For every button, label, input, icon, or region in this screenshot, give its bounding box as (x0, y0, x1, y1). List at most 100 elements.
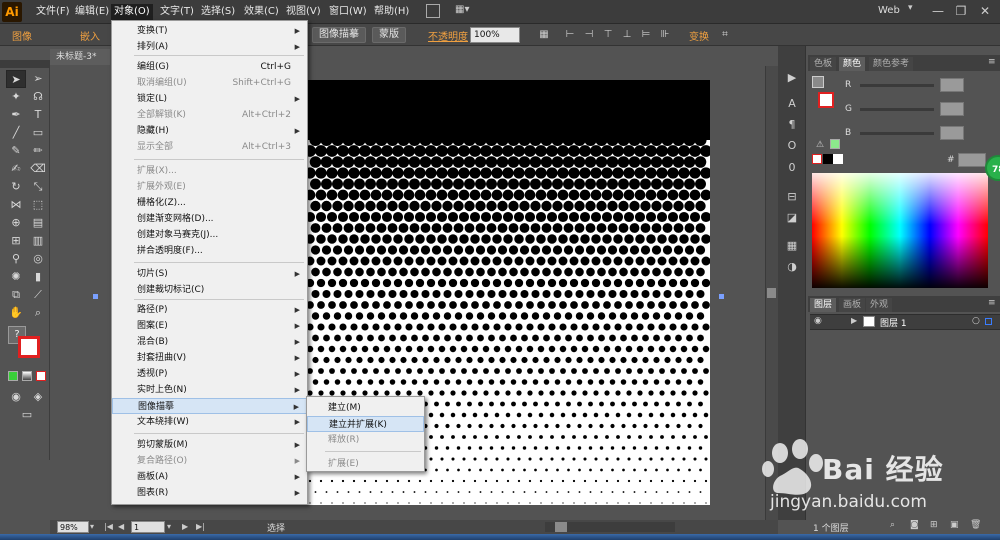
layer-selection-indicator[interactable] (985, 318, 992, 325)
artboard-dropdown-icon[interactable]: ▾ (167, 522, 171, 531)
align-middle-icon[interactable]: ⊨ (639, 28, 653, 42)
glyphs-panel-icon[interactable]: 0 (783, 160, 801, 176)
mask-button[interactable]: 蒙版 (372, 27, 406, 43)
symbol-sprayer-tool-icon[interactable]: ✺ (6, 268, 26, 286)
arrange-documents-icon[interactable]: ▦▾ (455, 4, 477, 18)
object-menu-item[interactable]: 透视(P) ▶ (112, 366, 307, 382)
image-trace-submenu-item[interactable]: 建立并扩展(K) (307, 416, 424, 432)
align-top-icon[interactable]: ⊥ (620, 28, 634, 42)
expand-layer-icon[interactable]: ▶ (851, 316, 857, 325)
restore-button[interactable]: ❐ (948, 2, 974, 20)
first-artboard-icon[interactable]: |◀ (104, 522, 113, 531)
object-menu-item[interactable]: 全部解锁(K) Alt+Ctrl+2 (112, 107, 307, 123)
object-menu-item[interactable]: 实时上色(N) ▶ (112, 382, 307, 398)
menu-view[interactable]: 视图(V) (283, 4, 324, 20)
visibility-eye-icon[interactable]: ◉ (814, 316, 822, 326)
close-button[interactable]: ✕ (972, 2, 998, 20)
line-tool-icon[interactable]: ╱ (6, 124, 26, 142)
current-tool-status[interactable]: 选择 (267, 521, 285, 534)
last-artboard-icon[interactable]: ▶| (196, 522, 205, 531)
object-menu-item[interactable]: 剪切蒙版(M) ▶ (112, 437, 307, 453)
gradient-tool-icon[interactable]: ▥ (28, 232, 48, 250)
windows-taskbar[interactable] (0, 534, 1000, 540)
gamut-color-swatch[interactable] (830, 139, 840, 149)
color-spectrum-graphic[interactable] (812, 173, 988, 288)
artboard-number-field[interactable]: 1 (131, 521, 165, 533)
blob-brush-tool-icon[interactable]: ✍ (6, 160, 26, 178)
object-menu-item[interactable]: 排列(A) ▶ (112, 39, 307, 55)
object-menu-item[interactable]: 图案(E) ▶ (112, 318, 307, 334)
document-tab[interactable]: 未标题-3* (50, 49, 110, 65)
object-menu-item[interactable]: 变换(T) ▶ (112, 23, 307, 39)
opacity-label[interactable]: 不透明度 (428, 28, 468, 43)
panel-menu-icon[interactable]: ≡ (988, 57, 996, 67)
align-center-icon[interactable]: ⊣ (582, 28, 596, 42)
blend-tool-icon[interactable]: ◎ (28, 250, 48, 268)
perspective-grid-tool-icon[interactable]: ▤ (28, 214, 48, 232)
object-menu-item[interactable]: 文本绕排(W) ▶ (112, 414, 307, 430)
horizontal-scrollbar-thumb[interactable] (555, 522, 567, 532)
column-graph-tool-icon[interactable]: ▮ (28, 268, 48, 286)
menu-edit[interactable]: 编辑(E) (72, 4, 112, 20)
workspace-switcher[interactable]: Web (878, 5, 900, 16)
align-bottom-icon[interactable]: ⊪ (658, 28, 672, 42)
none-swatch-icon[interactable] (812, 154, 822, 164)
zoom-dropdown-icon[interactable]: ▾ (90, 522, 94, 531)
next-artboard-icon[interactable]: ▶ (182, 522, 188, 531)
menu-effect[interactable]: 效果(C) (241, 4, 282, 20)
vertical-scrollbar-thumb[interactable] (767, 288, 776, 298)
image-trace-submenu-item[interactable]: 释放(R) (307, 432, 424, 448)
rotate-tool-icon[interactable]: ↻ (6, 178, 26, 196)
object-menu-item[interactable]: 创建裁切标记(C) (112, 282, 307, 298)
artboard-tool-icon[interactable]: ⧉ (6, 286, 26, 304)
make-clipping-mask-icon[interactable]: ◙ (910, 520, 919, 530)
bridge-icon[interactable] (426, 4, 440, 18)
direct-selection-tool-icon[interactable]: ➢ (28, 70, 48, 88)
gradient-panel-icon[interactable]: ▦ (783, 238, 801, 254)
hex-field[interactable] (958, 153, 986, 167)
object-menu-item[interactable]: 栅格化(Z)... (112, 195, 307, 211)
play-action-icon[interactable]: ▶ (783, 70, 801, 86)
selection-tool-icon[interactable]: ➤ (6, 70, 26, 88)
out-of-gamut-icon[interactable]: ⚠ (816, 140, 824, 150)
embed-button[interactable]: 嵌入 (80, 28, 100, 43)
transparency-panel-icon[interactable]: ◑ (783, 259, 801, 275)
image-trace-submenu-item[interactable]: 扩展(E) (307, 456, 424, 472)
object-menu-item[interactable]: 扩展(X)... (112, 163, 307, 179)
black-swatch[interactable] (823, 154, 833, 164)
object-menu-item[interactable]: 封套扭曲(V) ▶ (112, 350, 307, 366)
new-layer-icon[interactable]: ▣ (950, 520, 959, 530)
object-menu-item[interactable]: 拼合透明度(F)... (112, 243, 307, 259)
object-menu-item[interactable]: 切片(S) ▶ (112, 266, 307, 282)
shape-builder-tool-icon[interactable]: ⊕ (6, 214, 26, 232)
menu-help[interactable]: 帮助(H) (371, 4, 412, 20)
locate-object-icon[interactable]: ⌕ (890, 520, 895, 530)
menu-window[interactable]: 窗口(W) (326, 4, 370, 20)
object-menu-item[interactable]: 复合路径(O) ▶ (112, 453, 307, 469)
tab-appearance[interactable]: 外观 (866, 298, 893, 312)
none-mode-icon[interactable] (36, 371, 46, 381)
mesh-tool-icon[interactable]: ⊞ (6, 232, 26, 250)
layer-name[interactable]: 图层 1 (880, 316, 907, 329)
channel-b-value[interactable] (940, 126, 964, 140)
menu-object[interactable]: 对象(O) (111, 4, 153, 20)
reference-point-icon[interactable]: ▦ (537, 28, 551, 42)
tab-color[interactable]: 颜色 (839, 57, 866, 71)
width-tool-icon[interactable]: ⋈ (6, 196, 26, 214)
pencil-tool-icon[interactable]: ✏ (28, 142, 48, 160)
eyedropper-tool-icon[interactable]: ⚲ (6, 250, 26, 268)
object-menu-item[interactable]: 图像描摹 ▶ (112, 398, 307, 414)
character-panel-icon[interactable]: A (783, 96, 801, 112)
channel-g-slider[interactable] (860, 108, 934, 111)
eraser-tool-icon[interactable]: ⌫ (28, 160, 48, 178)
target-icon[interactable]: ○ (972, 316, 980, 326)
paintbrush-tool-icon[interactable]: ✎ (6, 142, 26, 160)
layers-menu-icon[interactable]: ≡ (988, 298, 996, 308)
pathfinder-panel-icon[interactable]: ◪ (783, 210, 801, 226)
draw-mode-icon[interactable]: ◉ (6, 388, 26, 406)
gradient-mode-icon[interactable] (22, 371, 32, 381)
align-left-icon[interactable]: ⊢ (563, 28, 577, 42)
tab-artboards[interactable]: 画板 (839, 298, 866, 312)
object-menu-item[interactable]: 显示全部 Alt+Ctrl+3 (112, 139, 307, 155)
menu-file[interactable]: 文件(F) (33, 4, 73, 20)
